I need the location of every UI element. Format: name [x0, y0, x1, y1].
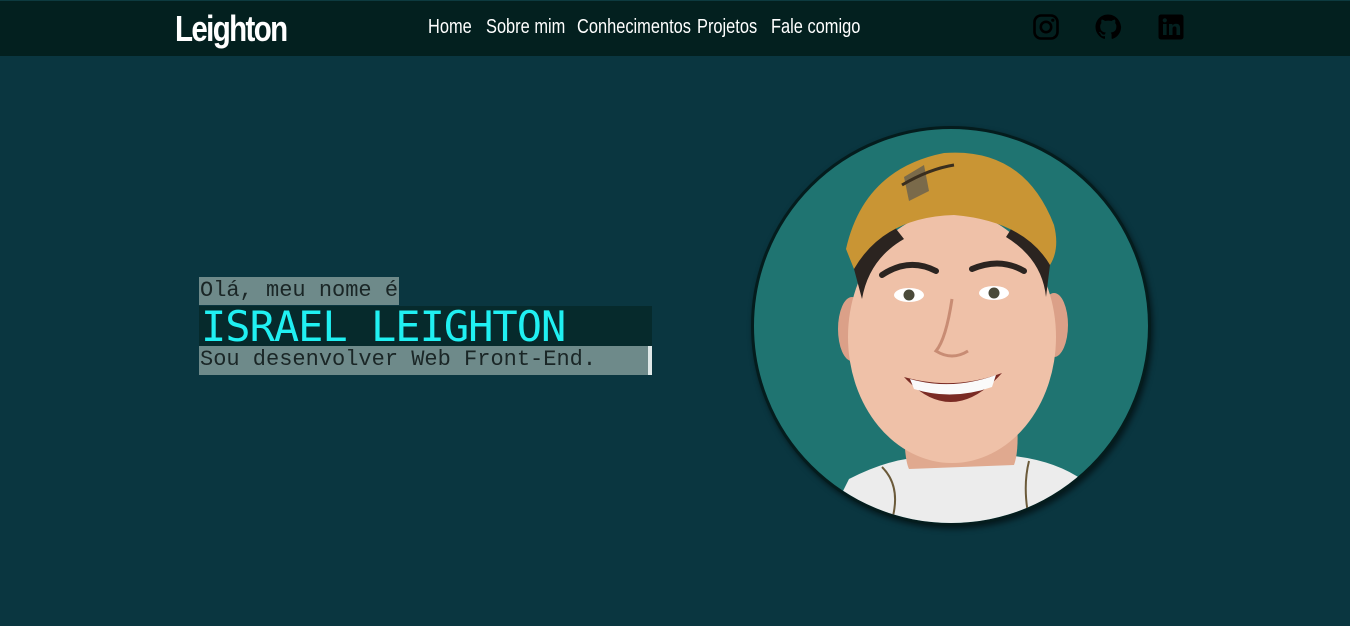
nav-projetos[interactable]: Projetos — [697, 14, 757, 40]
nav-fale-comigo[interactable]: Fale comigo — [771, 14, 860, 40]
hero-role: Sou desenvolver Web Front-End. — [199, 346, 652, 375]
hero-name: ISRAEL LEIGHTON — [199, 306, 652, 348]
nav-home[interactable]: Home — [428, 14, 472, 40]
profile-photo — [751, 126, 1151, 526]
greeting-text: Olá, meu nome é — [199, 277, 400, 305]
instagram-icon[interactable] — [1032, 13, 1060, 41]
person-portrait-illustration — [827, 152, 1098, 523]
nav-conhecimentos[interactable]: Conhecimentos — [577, 14, 691, 40]
nav-sobre-mim[interactable]: Sobre mim — [486, 14, 565, 40]
site-logo[interactable]: Leighton — [175, 7, 288, 51]
github-icon[interactable] — [1094, 13, 1122, 41]
linkedin-icon[interactable] — [1157, 13, 1185, 41]
top-navbar: Leighton Home Sobre mim Conhecimentos Pr… — [0, 0, 1350, 56]
